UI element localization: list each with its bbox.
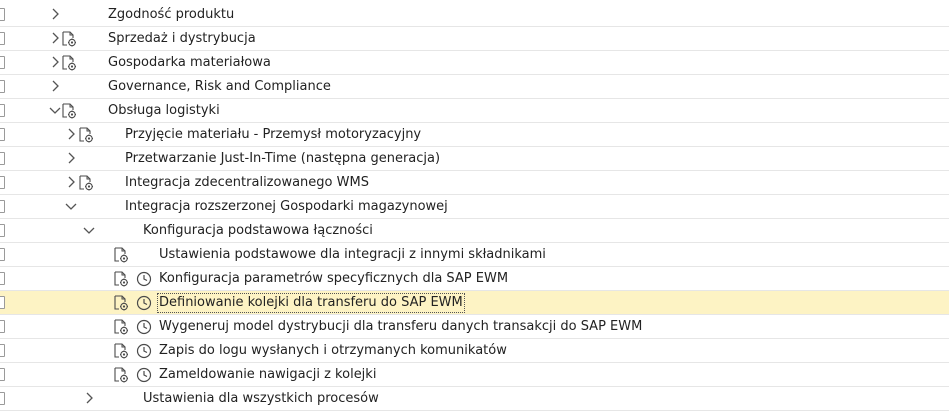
customizing-doc-icon[interactable]: [112, 366, 130, 384]
customizing-doc-icon[interactable]: [60, 30, 78, 48]
customizing-doc-icon[interactable]: [112, 342, 130, 360]
tree-row[interactable]: Konfiguracja parametrów specyficznych dl…: [0, 267, 949, 291]
row-selector-checkbox[interactable]: [0, 368, 5, 381]
tree-node-label[interactable]: Integracja rozszerzonej Gospodarki magaz…: [125, 199, 448, 215]
tree-node-label[interactable]: Ustawienia dla wszystkich procesów: [143, 391, 379, 407]
chevron-right-icon[interactable]: [64, 127, 78, 141]
row-selector-checkbox[interactable]: [0, 296, 5, 309]
customizing-doc-icon[interactable]: [77, 174, 95, 192]
customizing-doc-icon[interactable]: [112, 294, 130, 312]
row-selector-checkbox[interactable]: [0, 56, 5, 69]
customizing-doc-icon[interactable]: [77, 126, 95, 144]
tree-node-label[interactable]: Wygeneruj model dystrybucji dla transfer…: [159, 319, 642, 335]
tree-row[interactable]: Zapis do logu wysłanych i otrzymanych ko…: [0, 339, 949, 363]
customizing-doc-icon[interactable]: [60, 102, 78, 120]
tree-row[interactable]: Governance, Risk and Compliance: [0, 75, 949, 99]
tree-row[interactable]: Obsługa logistyki: [0, 99, 949, 123]
tree-row[interactable]: Definiowanie kolejki dla transferu do SA…: [0, 291, 949, 315]
row-selector-checkbox[interactable]: [0, 320, 5, 333]
row-selector-checkbox[interactable]: [0, 32, 5, 45]
row-selector-checkbox[interactable]: [0, 272, 5, 285]
row-selector-checkbox[interactable]: [0, 344, 5, 357]
row-selector-checkbox[interactable]: [0, 248, 5, 261]
tree-row[interactable]: Integracja rozszerzonej Gospodarki magaz…: [0, 195, 949, 219]
tree-row[interactable]: Ustawienia dla wszystkich procesów: [0, 387, 949, 411]
tree-row[interactable]: Zgodność produktu: [0, 3, 949, 27]
tree-node-label[interactable]: Konfiguracja parametrów specyficznych dl…: [159, 271, 508, 287]
row-selector-checkbox[interactable]: [0, 80, 5, 93]
tree-node-label[interactable]: Zgodność produktu: [108, 7, 234, 23]
tree-node-label[interactable]: Zameldowanie nawigacji z kolejki: [159, 367, 376, 383]
tree-node-label[interactable]: Sprzedaż i dystrybucja: [108, 31, 256, 47]
row-selector-checkbox[interactable]: [0, 200, 5, 213]
chevron-right-icon[interactable]: [48, 79, 62, 93]
customizing-doc-icon[interactable]: [112, 246, 130, 264]
tree-node-label[interactable]: Integracja zdecentralizowanego WMS: [125, 175, 369, 191]
tree-row[interactable]: Integracja zdecentralizowanego WMS: [0, 171, 949, 195]
tree-row[interactable]: Zameldowanie nawigacji z kolejki: [0, 363, 949, 387]
row-selector-checkbox[interactable]: [0, 176, 5, 189]
tree-node-label[interactable]: Governance, Risk and Compliance: [108, 79, 331, 95]
tree-row[interactable]: Gospodarka materiałowa: [0, 51, 949, 75]
clock-icon[interactable]: [135, 270, 153, 288]
tree-node-label[interactable]: Ustawienia podstawowe dla integracji z i…: [159, 247, 546, 263]
clock-icon[interactable]: [135, 342, 153, 360]
clock-icon[interactable]: [135, 294, 153, 312]
tree-row[interactable]: Ustawienia podstawowe dla integracji z i…: [0, 243, 949, 267]
chevron-right-icon[interactable]: [64, 175, 78, 189]
customizing-doc-icon[interactable]: [112, 318, 130, 336]
tree-row[interactable]: Wygeneruj model dystrybucji dla transfer…: [0, 315, 949, 339]
tree-node-label[interactable]: Konfiguracja podstawowa łączności: [143, 223, 373, 239]
tree-node-label[interactable]: Przyjęcie materiału - Przemysł motoryzac…: [125, 127, 421, 143]
customizing-doc-icon[interactable]: [112, 270, 130, 288]
chevron-right-icon[interactable]: [48, 7, 62, 21]
tree-node-label[interactable]: Definiowanie kolejki dla transferu do SA…: [157, 293, 465, 313]
row-selector-checkbox[interactable]: [0, 224, 5, 237]
tree-node-label[interactable]: Przetwarzanie Just-In-Time (następna gen…: [125, 151, 440, 167]
row-selector-checkbox[interactable]: [0, 104, 5, 117]
row-selector-checkbox[interactable]: [0, 128, 5, 141]
row-selector-checkbox[interactable]: [0, 152, 5, 165]
row-selector-checkbox[interactable]: [0, 8, 5, 21]
row-selector-checkbox[interactable]: [0, 392, 5, 405]
customizing-doc-icon[interactable]: [60, 54, 78, 72]
tree-row[interactable]: Sprzedaż i dystrybucja: [0, 27, 949, 51]
tree-row[interactable]: Przyjęcie materiału - Przemysł motoryzac…: [0, 123, 949, 147]
chevron-down-icon[interactable]: [82, 223, 96, 237]
tree-row[interactable]: Przetwarzanie Just-In-Time (następna gen…: [0, 147, 949, 171]
customizing-tree: Zgodność produktu Sprzedaż i dystrybucja G…: [0, 3, 949, 411]
clock-icon[interactable]: [135, 366, 153, 384]
tree-node-label[interactable]: Gospodarka materiałowa: [108, 55, 271, 71]
tree-row[interactable]: Konfiguracja podstawowa łączności: [0, 219, 949, 243]
chevron-right-icon[interactable]: [64, 151, 78, 165]
chevron-down-icon[interactable]: [64, 199, 78, 213]
tree-node-label[interactable]: Zapis do logu wysłanych i otrzymanych ko…: [159, 343, 507, 359]
chevron-right-icon[interactable]: [82, 391, 96, 405]
tree-node-label[interactable]: Obsługa logistyki: [108, 103, 220, 119]
clock-icon[interactable]: [135, 318, 153, 336]
